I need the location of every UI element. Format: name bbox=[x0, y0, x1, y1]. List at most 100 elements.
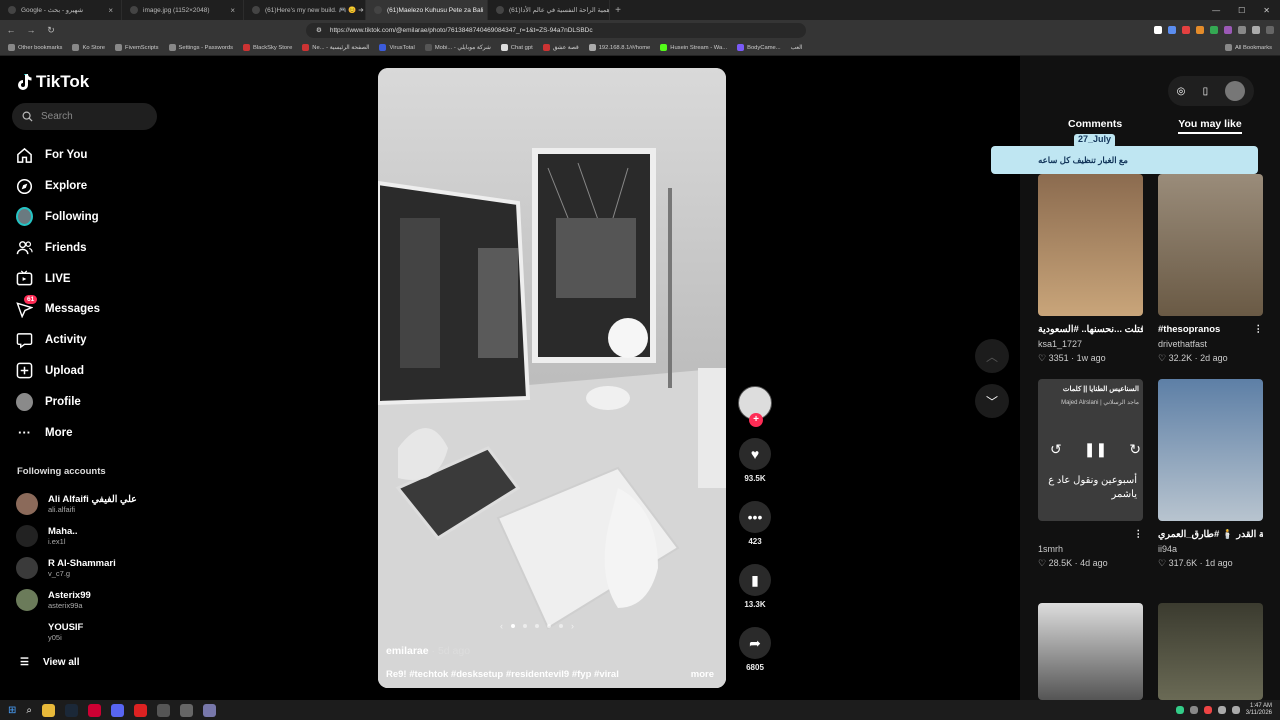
close-icon[interactable]: × bbox=[108, 6, 113, 15]
follow-button[interactable]: + bbox=[749, 413, 763, 427]
nav-live[interactable]: LIVE bbox=[16, 263, 100, 294]
back-icon[interactable]: ← bbox=[6, 25, 16, 35]
extension-icon[interactable] bbox=[1154, 26, 1162, 34]
app-icon[interactable] bbox=[134, 703, 147, 717]
next-slide-icon[interactable]: › bbox=[571, 621, 574, 631]
suggested-video-card[interactable] bbox=[1038, 603, 1143, 700]
account-item[interactable]: YOUSIF y05i bbox=[16, 616, 137, 648]
browser-tab[interactable]: (61)Maelezo Kuhusu Pete za Bali× bbox=[366, 0, 488, 20]
bookmark[interactable]: Ne... - الصفحة الرئيسية bbox=[302, 44, 369, 51]
extension-icon[interactable] bbox=[1196, 26, 1204, 34]
bookmark[interactable]: BlackSky Store bbox=[242, 44, 292, 51]
maximize-icon[interactable]: ☐ bbox=[1238, 6, 1245, 15]
slide-dot[interactable] bbox=[547, 624, 551, 628]
bookmark[interactable]: Chat gpt bbox=[500, 44, 533, 51]
app-icon[interactable] bbox=[157, 703, 170, 717]
tray-icon[interactable] bbox=[1189, 706, 1198, 714]
user-avatar[interactable] bbox=[1225, 81, 1246, 101]
tab-comments[interactable]: Comments bbox=[1068, 118, 1122, 134]
tab-you-may-like[interactable]: You may like bbox=[1178, 118, 1242, 134]
bookmark[interactable]: العب bbox=[791, 45, 803, 51]
nav-messages[interactable]: 61 Messages bbox=[16, 294, 100, 325]
close-window-icon[interactable]: ✕ bbox=[1263, 6, 1270, 15]
bookmark[interactable]: Mobi... - شركة موبايلي bbox=[424, 44, 491, 51]
extension-icon[interactable] bbox=[1168, 26, 1176, 34]
bookmark[interactable]: Husein Stream - Wa... bbox=[660, 44, 727, 51]
extension-icon[interactable] bbox=[1238, 26, 1246, 34]
browser-tab[interactable]: image.jpg (1152×2048) × bbox=[122, 0, 244, 20]
reload-icon[interactable]: ↻ bbox=[46, 25, 56, 36]
new-tab-button[interactable]: + bbox=[610, 5, 626, 16]
nav-for-you[interactable]: For You bbox=[16, 140, 100, 171]
pause-icon[interactable]: ❚❚ bbox=[1084, 441, 1107, 458]
app-icon[interactable] bbox=[203, 703, 216, 717]
like-button[interactable]: ♥ bbox=[739, 438, 771, 470]
next-video-button[interactable]: ﹀ bbox=[975, 384, 1009, 418]
comment-button[interactable]: ••• bbox=[739, 501, 771, 533]
suggested-video-card[interactable]: دعاء ليلة القدر 🕯️ #طارق_العمري⋮ ii94a ♡… bbox=[1158, 379, 1263, 569]
minimize-icon[interactable]: — bbox=[1212, 6, 1220, 15]
search-input[interactable]: Search bbox=[12, 103, 157, 130]
clock[interactable]: 1:47 AM 3/11/2026 bbox=[1246, 703, 1272, 717]
share-button[interactable]: ➦ bbox=[739, 627, 771, 659]
menu-icon[interactable] bbox=[1266, 26, 1274, 34]
site-info-icon[interactable]: ⚙ bbox=[316, 26, 322, 34]
tray-icon[interactable] bbox=[1203, 706, 1212, 714]
tiktok-logo[interactable]: TikTok bbox=[16, 72, 89, 92]
suggested-video-card[interactable]: السناعيس الطنايا || كلمات Majed Alrslani… bbox=[1038, 379, 1143, 569]
video-player[interactable]: ‹ › emilarae · 5d ago Re9! #techtok #des… bbox=[378, 68, 726, 688]
search-icon[interactable]: ⌕ bbox=[26, 705, 32, 716]
suggested-video-card[interactable]: #thesopranos ⋮ drivethatfast ♡ 32.2K · 2d… bbox=[1158, 174, 1263, 364]
bookmark[interactable]: VirusTotal bbox=[379, 44, 415, 51]
slide-dot[interactable] bbox=[559, 624, 563, 628]
account-item[interactable]: Ali Alfaifi علي الفيفي ali.alfaifi bbox=[16, 488, 137, 520]
browser-tab[interactable]: (61)أهمية الراحة النفسية في عالم الأدا× bbox=[488, 0, 610, 20]
nav-more[interactable]: ··· More bbox=[16, 417, 100, 448]
discord-icon[interactable] bbox=[111, 703, 124, 717]
creator-avatar[interactable]: + bbox=[738, 386, 772, 427]
nav-profile[interactable]: Profile bbox=[16, 386, 100, 417]
forward-icon[interactable]: → bbox=[26, 25, 36, 35]
bookmark[interactable]: Ko Store bbox=[72, 44, 105, 51]
bookmark[interactable]: 192.168.8.1/#/home bbox=[588, 44, 650, 51]
account-item[interactable]: Maha.. i.ex1l bbox=[16, 520, 137, 552]
slide-dot[interactable] bbox=[535, 624, 539, 628]
bookmark[interactable]: BodyCame... bbox=[737, 44, 781, 51]
steam-icon[interactable] bbox=[65, 703, 78, 717]
bookmark[interactable]: Other bookmarks bbox=[8, 44, 62, 51]
close-icon[interactable]: × bbox=[230, 6, 235, 15]
bookmark[interactable]: قصة عشق bbox=[542, 44, 579, 51]
extension-icon[interactable] bbox=[1182, 26, 1190, 34]
browser-icon[interactable] bbox=[88, 703, 101, 717]
extension-icon[interactable] bbox=[1224, 26, 1232, 34]
prev-slide-icon[interactable]: ‹ bbox=[500, 621, 503, 631]
nav-upload[interactable]: Upload bbox=[16, 356, 100, 387]
coin-icon[interactable]: ◎ bbox=[1177, 86, 1186, 97]
suggested-video-card[interactable]: عنها الشوارب إلى فتلت ...نحسنها.. #السعو… bbox=[1038, 174, 1143, 364]
suggested-video-card[interactable] bbox=[1158, 603, 1263, 700]
wifi-icon[interactable] bbox=[1217, 706, 1226, 714]
post-author[interactable]: emilarae · 5d ago bbox=[386, 645, 470, 657]
app-icon[interactable] bbox=[180, 703, 193, 717]
extension-icon[interactable] bbox=[1210, 26, 1218, 34]
more-options-icon[interactable]: ⋮ bbox=[1254, 324, 1264, 335]
slide-dot[interactable] bbox=[511, 624, 515, 628]
url-field[interactable]: ⚙ https://www.tiktok.com/@emilarae/photo… bbox=[306, 22, 806, 38]
browser-tab[interactable]: (61)Here's my new build. 🎮 😊 ➔ St× bbox=[244, 0, 366, 20]
volume-icon[interactable] bbox=[1231, 706, 1240, 714]
nav-explore[interactable]: Explore bbox=[16, 171, 100, 202]
more-options-icon[interactable]: ⋮ bbox=[1134, 529, 1144, 540]
bookmark[interactable]: Settings - Passwords bbox=[168, 44, 233, 51]
tray-icon[interactable] bbox=[1175, 706, 1184, 714]
nav-following[interactable]: Following bbox=[16, 202, 100, 233]
device-icon[interactable]: ▯ bbox=[1203, 86, 1209, 97]
view-all-button[interactable]: ☰ View all bbox=[20, 657, 79, 668]
bookmark[interactable]: FivemScripts bbox=[115, 44, 159, 51]
forward-icon[interactable]: ↻ bbox=[1129, 441, 1141, 458]
account-item[interactable]: Asterix99 asterix99a bbox=[16, 584, 137, 616]
previous-video-button[interactable]: ︿ bbox=[975, 339, 1009, 373]
account-item[interactable]: R Al-Shammari v_c7.g bbox=[16, 552, 137, 584]
nav-friends[interactable]: Friends bbox=[16, 232, 100, 263]
profile-icon[interactable] bbox=[1252, 26, 1260, 34]
save-button[interactable]: ▮ bbox=[739, 564, 771, 596]
